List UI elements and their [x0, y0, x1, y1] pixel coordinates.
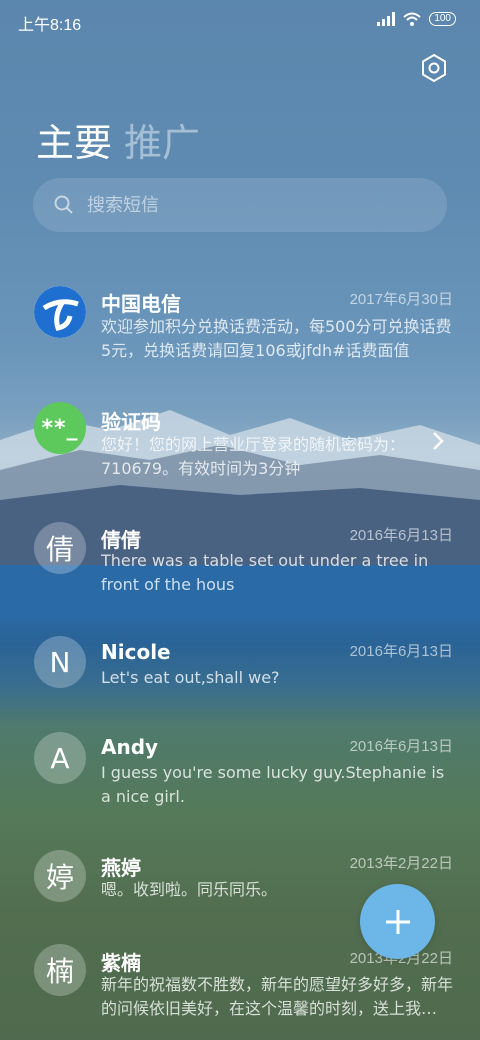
contact-avatar: 婷 [34, 850, 86, 902]
search-input[interactable] [85, 193, 389, 217]
conversation-item[interactable]: **_ 验证码 您好！您的网上营业厅登录的随机密码为：710679。有效时间为3… [0, 402, 480, 482]
sender-name: 紫楠 [101, 951, 141, 975]
contact-avatar: A [34, 732, 86, 784]
message-preview: I guess you're some lucky guy.Stephanie … [101, 763, 445, 806]
verification-code-avatar: **_ [34, 402, 86, 454]
tab-promotions[interactable]: 推广 [124, 112, 200, 167]
conversation-item[interactable]: 中国电信 2017年6月30日 欢迎参加积分兑换话费活动，每500分可兑换话费5… [0, 282, 480, 362]
sender-name: 燕婷 [101, 856, 141, 880]
message-date: 2013年2月22日 [349, 855, 453, 872]
battery-indicator: 100 [429, 12, 456, 26]
conversation-item[interactable]: A Andy 2016年6月13日 I guess you're some lu… [0, 732, 480, 812]
message-date: 2016年6月13日 [349, 643, 453, 660]
sender-name: Nicole [101, 640, 171, 664]
message-date: 2016年6月13日 [349, 738, 453, 755]
message-preview: 新年的祝福数不胜数，新年的愿望好多好多，新年的问候依旧美好，在这个温馨的时刻，送… [101, 975, 453, 1018]
contact-avatar: 楠 [34, 944, 86, 996]
message-preview: 您好！您的网上营业厅登录的随机密码为：710679。有效时间为3分钟 [101, 435, 406, 478]
tab-primary[interactable]: 主要 [36, 112, 112, 167]
wifi-icon [403, 12, 421, 26]
plus-icon [385, 909, 410, 934]
message-preview: There was a table set out under a tree i… [101, 551, 429, 594]
status-icons: 100 [377, 12, 456, 26]
message-preview: 欢迎参加积分兑换话费活动，每500分可兑换话费5元，兑换话费请回复106或jfd… [101, 317, 452, 360]
message-date: 2017年6月30日 [349, 291, 453, 308]
signal-icon [377, 12, 396, 26]
search-bar[interactable] [33, 178, 447, 232]
contact-avatar: 倩 [34, 522, 86, 574]
category-tabs: 主要 推广 [36, 112, 200, 167]
status-time: 上午8:16 [18, 17, 82, 34]
sender-name: Andy [101, 735, 159, 759]
message-preview: Let's eat out,shall we? [101, 668, 280, 687]
conversation-item[interactable]: N Nicole 2016年6月13日 Let's eat out,shall … [0, 636, 480, 696]
new-message-button[interactable] [360, 884, 435, 959]
chevron-right-icon[interactable] [428, 430, 448, 452]
conversation-item[interactable]: 倩 倩倩 2016年6月13日 There was a table set ou… [0, 518, 480, 598]
message-date: 2016年6月13日 [349, 527, 453, 544]
sender-name: 验证码 [101, 410, 161, 434]
contact-avatar: N [34, 636, 86, 688]
telecom-logo-icon [34, 286, 86, 338]
sender-name: 中国电信 [101, 292, 181, 316]
settings-hex-icon[interactable] [418, 52, 450, 84]
status-bar: 上午8:16 100 [0, 0, 480, 42]
search-icon [54, 195, 73, 214]
